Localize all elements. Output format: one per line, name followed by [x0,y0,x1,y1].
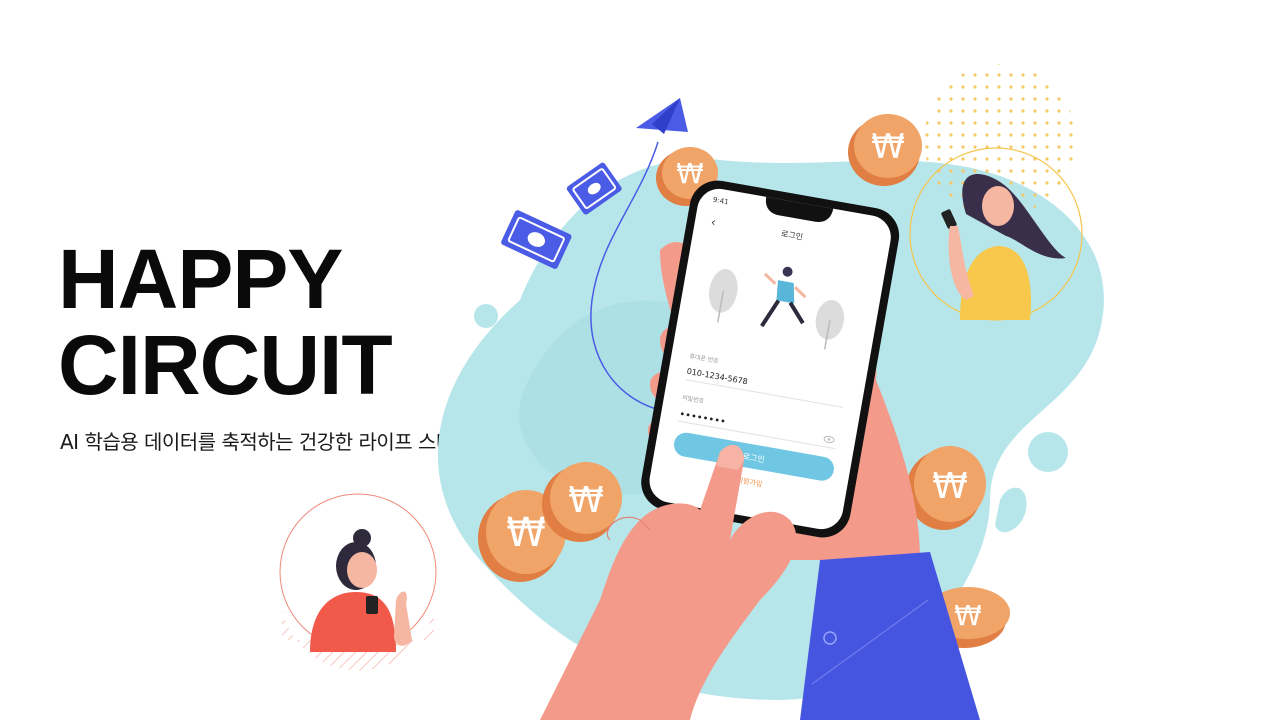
svg-text:₩: ₩ [676,157,704,190]
paper-plane-icon [636,98,688,134]
woman-thumbs-up-illustration [279,493,437,671]
svg-text:₩: ₩ [506,510,546,556]
hero-illustration: ₩ ₩ ₩ ₩ ₩ ₩ 9:41 ‹ 로그인 휴대폰 번호 010-1234-5… [279,64,1104,720]
svg-text:₩: ₩ [871,127,905,167]
svg-text:₩: ₩ [954,599,982,632]
svg-text:₩: ₩ [932,466,968,507]
svg-text:₩: ₩ [568,480,604,521]
